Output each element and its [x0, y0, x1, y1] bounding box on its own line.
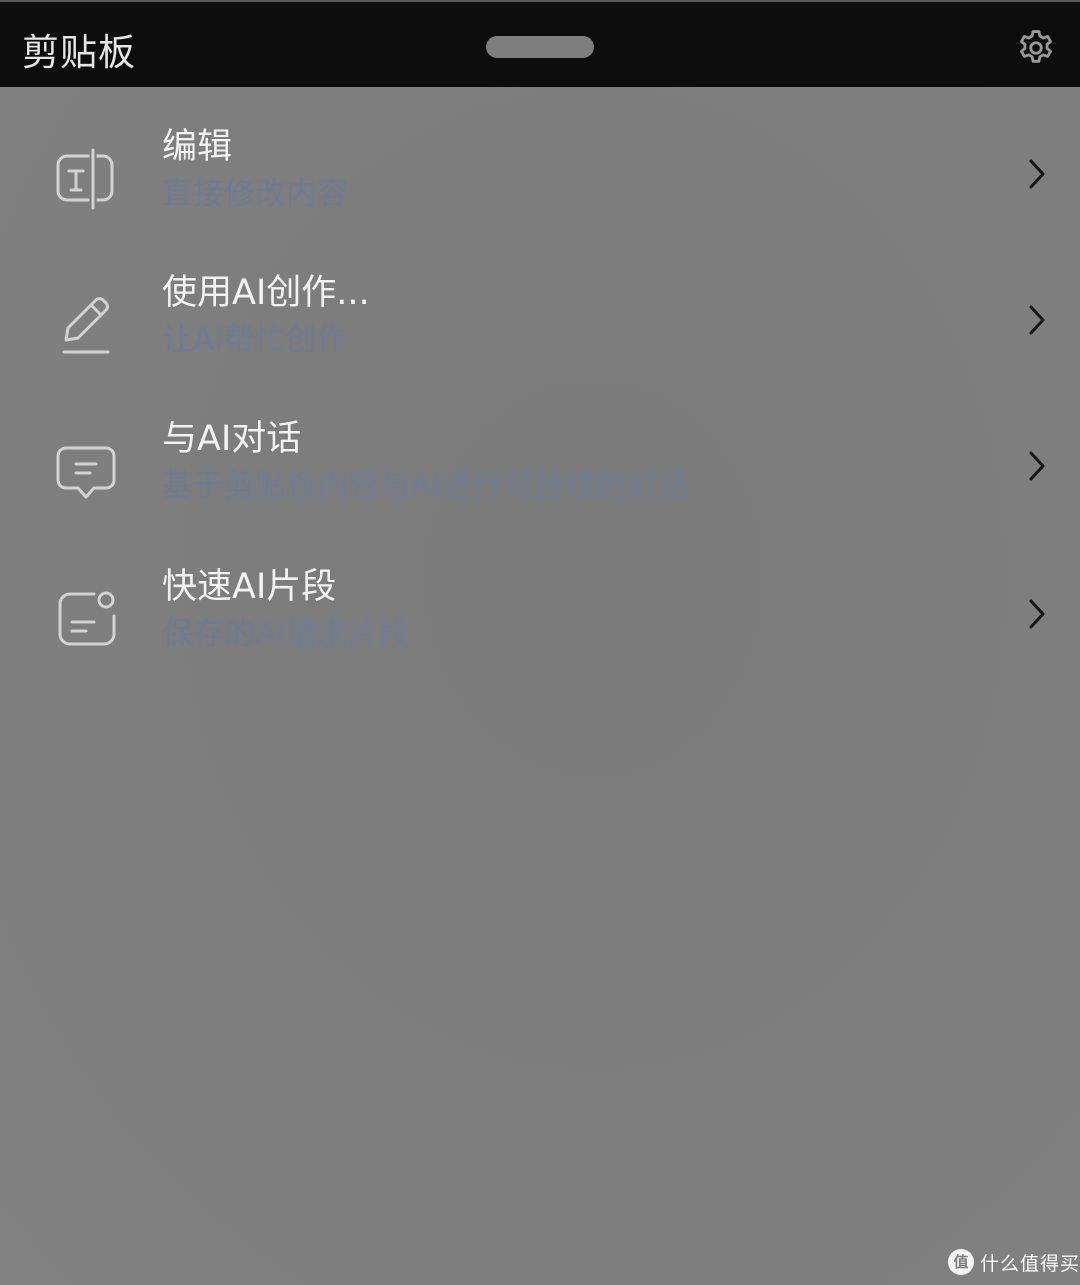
- chat-bubble-icon: [50, 434, 122, 506]
- chevron-right-icon: [1029, 599, 1045, 629]
- text-edit-icon: [50, 142, 122, 214]
- menu-item-title: 与AI对话: [162, 419, 302, 459]
- menu-item-title: 编辑: [162, 127, 233, 167]
- clipboard-header: 剪贴板: [0, 0, 1080, 87]
- menu-item-ai-snippets[interactable]: 快速AI片段 保存的AI请求片段: [0, 550, 1080, 690]
- chevron-right-icon: [1029, 305, 1045, 335]
- watermark-logo: 值: [948, 1249, 974, 1275]
- watermark: 值 什么值得买: [948, 1246, 1080, 1278]
- chevron-right-icon: [1029, 451, 1045, 481]
- menu-item-edit[interactable]: 编辑 直接修改内容: [0, 110, 1080, 250]
- menu-item-subtitle: 基于剪贴板内容与AI进行可持续的对话: [162, 468, 689, 504]
- menu-item-ai-create[interactable]: 使用AI创作... 让AI帮忙创作: [0, 256, 1080, 396]
- menu-item-subtitle: 让AI帮忙创作: [162, 322, 348, 358]
- gear-icon: [1020, 30, 1052, 63]
- pencil-icon: [50, 288, 122, 360]
- chevron-right-icon: [1029, 159, 1045, 189]
- snippet-icon: [50, 582, 122, 654]
- menu-item-title: 快速AI片段: [162, 567, 337, 607]
- settings-button[interactable]: [1012, 24, 1060, 72]
- menu-item-ai-chat[interactable]: 与AI对话 基于剪贴板内容与AI进行可持续的对话: [0, 402, 1080, 542]
- menu-item-subtitle: 保存的AI请求片段: [162, 616, 410, 652]
- menu-item-title: 使用AI创作...: [162, 273, 370, 313]
- drag-handle[interactable]: [486, 36, 594, 58]
- page-title: 剪贴板: [22, 31, 136, 74]
- watermark-logo-glyph: 值: [953, 1252, 969, 1271]
- watermark-text: 什么值得买: [980, 1252, 1080, 1275]
- menu-item-subtitle: 直接修改内容: [162, 176, 348, 212]
